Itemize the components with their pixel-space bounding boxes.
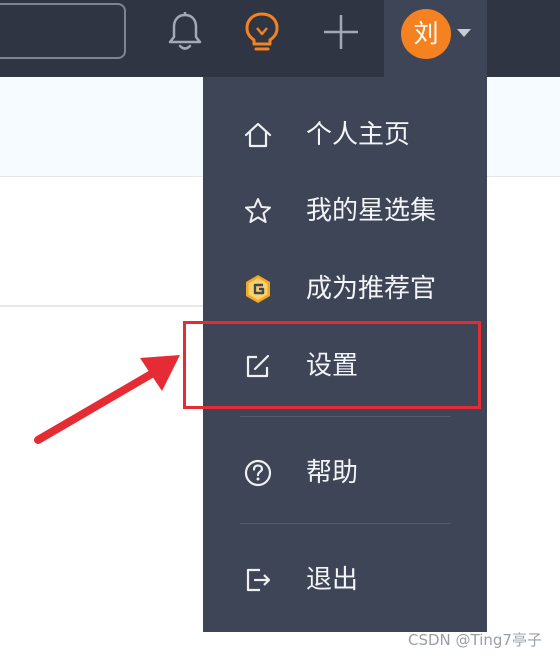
menu-separator bbox=[240, 523, 451, 524]
menu-item-become-recommender[interactable]: 成为推荐官 bbox=[203, 259, 487, 319]
user-menu-trigger[interactable]: 刘 bbox=[384, 0, 487, 77]
menu-item-label: 退出 bbox=[306, 565, 359, 595]
logout-icon bbox=[246, 568, 271, 592]
settings-highlight-box bbox=[183, 321, 481, 409]
menu-item-label: 成为推荐官 bbox=[306, 274, 437, 304]
menu-separator bbox=[240, 416, 451, 417]
home-icon bbox=[244, 122, 272, 148]
plus-icon[interactable] bbox=[319, 10, 363, 54]
menu-item-help[interactable]: 帮助 bbox=[203, 443, 487, 503]
recommender-badge-icon bbox=[246, 275, 270, 303]
annotation-arrow-icon bbox=[34, 355, 180, 444]
menu-item-logout[interactable]: 退出 bbox=[203, 550, 487, 610]
menu-item-label: 个人主页 bbox=[306, 120, 411, 150]
watermark: CSDN @Ting7亭子 bbox=[408, 631, 542, 649]
menu-item-label: 帮助 bbox=[306, 458, 359, 488]
search-input[interactable] bbox=[0, 3, 126, 59]
avatar[interactable]: 刘 bbox=[401, 9, 451, 59]
chevron-down-icon[interactable] bbox=[457, 29, 471, 37]
lightbulb-icon[interactable] bbox=[240, 10, 284, 54]
bell-icon[interactable] bbox=[163, 10, 207, 54]
content-divider bbox=[0, 305, 204, 307]
menu-item-profile[interactable]: 个人主页 bbox=[203, 105, 487, 165]
star-icon bbox=[245, 198, 271, 223]
menu-item-label: 我的星选集 bbox=[306, 196, 437, 226]
top-navbar: 刘 bbox=[0, 0, 560, 77]
help-icon bbox=[244, 459, 272, 487]
menu-item-collections[interactable]: 我的星选集 bbox=[203, 181, 487, 241]
